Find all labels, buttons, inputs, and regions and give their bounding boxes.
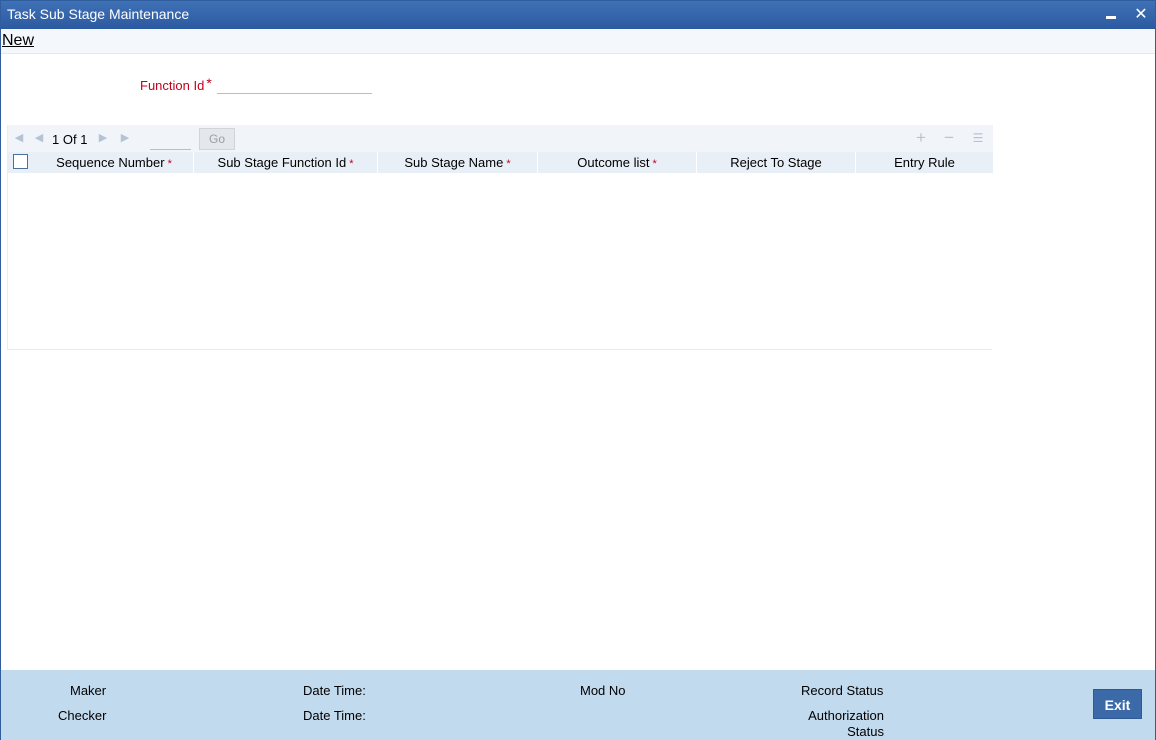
minimize-icon[interactable] (1101, 5, 1121, 25)
record-status-label: Record Status (801, 683, 884, 698)
column-label: Entry Rule (894, 155, 955, 170)
maker-date-time-label: Date Time: (303, 683, 366, 698)
close-icon[interactable]: ✕ (1131, 5, 1151, 25)
authorization-status-label: Authorization Status (808, 708, 884, 739)
go-button[interactable]: Go (199, 128, 235, 150)
required-asterisk-icon: * (349, 158, 354, 170)
column-label: Outcome list (577, 155, 650, 170)
column-header-sub-stage-name: Sub Stage Name * (378, 152, 538, 173)
function-id-label-text: Function Id (140, 78, 205, 93)
mod-no-label: Mod No (580, 683, 626, 698)
page-number-input[interactable] (150, 129, 191, 150)
required-asterisk-icon: * (206, 75, 212, 91)
select-all-checkbox[interactable] (13, 154, 28, 169)
column-header-reject-to-stage: Reject To Stage (697, 152, 856, 173)
first-page-icon[interactable]: ◀​ (12, 131, 26, 145)
exit-button[interactable]: Exit (1093, 689, 1142, 719)
required-asterisk-icon: * (167, 158, 172, 170)
column-header-entry-rule: Entry Rule (856, 152, 993, 173)
toolbar: New (1, 29, 1155, 54)
new-link[interactable]: New (2, 32, 34, 50)
grid-header-row: Sequence Number * Sub Stage Function Id * … (8, 152, 993, 173)
grid-navigation-bar: ◀​ ◀ 1 Of 1 ▶ ▶​ Go + − ☰ (8, 125, 993, 152)
column-header-sequence-number: Sequence Number * (35, 152, 194, 173)
column-label: Sequence Number (56, 155, 165, 170)
delete-row-icon[interactable]: − (941, 129, 957, 146)
required-asterisk-icon: * (506, 158, 511, 170)
list-view-icon[interactable]: ☰ (970, 130, 986, 146)
required-asterisk-icon: * (652, 158, 657, 170)
function-id-label: Function Id * (140, 75, 212, 93)
page-of: Of (62, 132, 77, 147)
column-header-outcome-list: Outcome list * (538, 152, 697, 173)
column-header-sub-stage-function-id: Sub Stage Function Id * (194, 152, 378, 173)
next-page-icon[interactable]: ▶ (96, 131, 110, 145)
page-indicator: 1 Of 1 (52, 132, 87, 147)
previous-page-icon[interactable]: ◀ (32, 131, 46, 145)
window-title: Task Sub Stage Maintenance (7, 6, 190, 22)
sub-stage-grid: ◀​ ◀ 1 Of 1 ▶ ▶​ Go + − ☰ Sequence Numbe… (7, 125, 993, 350)
checker-date-time-label: Date Time: (303, 708, 366, 723)
page-total: 1 (80, 132, 88, 147)
add-row-icon[interactable]: + (913, 129, 929, 146)
page-current: 1 (52, 132, 60, 147)
column-label: Sub Stage Function Id (217, 155, 347, 170)
maker-label: Maker (70, 683, 107, 698)
task-sub-stage-window: Task Sub Stage Maintenance ✕ New Functio… (0, 0, 1156, 740)
last-page-icon[interactable]: ▶​ (118, 131, 132, 145)
checker-label: Checker (58, 708, 107, 723)
column-label: Sub Stage Name (404, 155, 504, 170)
audit-footer: Maker Checker Date Time: Date Time: Mod … (1, 670, 1155, 740)
title-bar: Task Sub Stage Maintenance ✕ (1, 1, 1155, 29)
column-label: Reject To Stage (730, 155, 822, 170)
function-id-input[interactable] (217, 77, 372, 94)
